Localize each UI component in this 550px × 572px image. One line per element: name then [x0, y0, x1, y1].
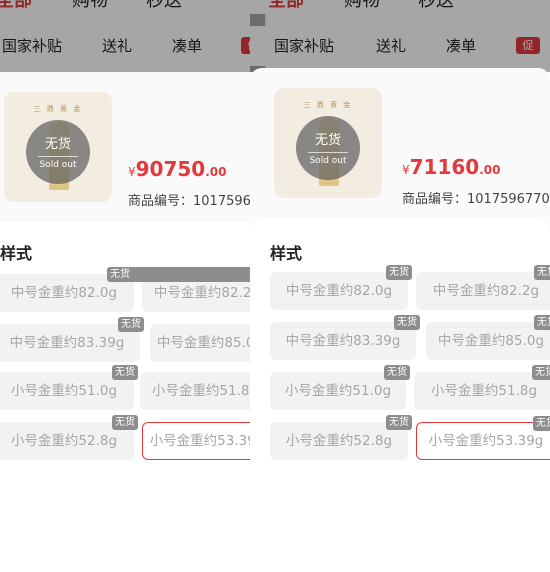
- out-of-stock-badge: 无货: [384, 365, 410, 380]
- option-label: 小号金重约52.8g: [285, 433, 393, 449]
- option-label: 小号金重约53.39g: [149, 433, 265, 449]
- option-small-52-8[interactable]: 小号金重约52.8g 无货: [270, 415, 412, 460]
- option-medium-82-2[interactable]: 中号金重约82.2g 无货: [416, 265, 550, 310]
- out-of-stock-badge: 无货: [534, 265, 550, 280]
- price-decimal: .00: [479, 163, 501, 177]
- out-of-stock-badge: 无货: [532, 365, 550, 380]
- dim-overlay: [0, 0, 265, 72]
- option-label: 中号金重约82.0g: [10, 285, 118, 301]
- option-medium-83-39[interactable]: 中号金重约83.39g 无货: [270, 315, 420, 360]
- option-small-51-0[interactable]: 小号金重约51.0g 无货: [270, 365, 410, 410]
- out-of-stock-badge: 无货: [112, 415, 138, 430]
- option-medium-85-0[interactable]: 中号金重约85.0g 无货: [426, 315, 550, 360]
- option-small-51-0[interactable]: 小号金重约51.0g 无货: [0, 365, 138, 410]
- section-title: 样式: [270, 244, 303, 263]
- option-label: 小号金重约51.0g: [10, 383, 118, 399]
- out-of-stock-badge: 无货: [534, 315, 550, 330]
- style-options: 样式 中号金重约82.0g 无货 中号金重约82.2g 无货 中号金重约83.3…: [250, 218, 550, 572]
- out-of-stock-badge: 无货: [386, 265, 412, 280]
- out-of-stock-badge: 无货: [386, 415, 412, 430]
- price: ¥71160.00: [402, 155, 501, 179]
- option-label: 小号金重约51.0g: [284, 383, 392, 399]
- out-of-stock-badge: 无货: [533, 416, 550, 431]
- sku-number: 商品编号：101759682: [128, 194, 265, 209]
- left-screenshot: 全部 购物 秒送 外卖 国家补贴 送礼 凑单 促 三 鼎 黄 金 无货 Sold…: [0, 0, 265, 572]
- option-label: 中号金重约82.0g: [285, 283, 393, 299]
- soldout-label: 无货: [44, 137, 71, 152]
- price-integer: 71160: [409, 155, 480, 179]
- soldout-overlay: 无货 Sold out: [26, 120, 90, 184]
- option-label: 中号金重约83.39g: [9, 335, 125, 351]
- option-label: 小号金重约51.8g: [151, 383, 259, 399]
- option-label: 中号金重约82.2g: [153, 285, 261, 301]
- option-small-51-8[interactable]: 小号金重约51.8g: [140, 372, 265, 410]
- soldout-divider: [308, 152, 348, 153]
- soldout-divider: [38, 156, 78, 157]
- price-currency: ¥: [128, 165, 136, 179]
- thumbnail-brand: 三 鼎 黄 金: [303, 101, 353, 109]
- product-thumbnail: 三 鼎 黄 金 无货 Sold out: [274, 88, 382, 198]
- option-medium-83-39[interactable]: 中号金重约83.39g 无货: [0, 317, 144, 362]
- price-integer: 90750: [135, 157, 206, 181]
- out-of-stock-badge: 无货: [394, 315, 420, 330]
- soldout-label-en: Sold out: [309, 156, 347, 166]
- product-summary: 三 鼎 黄 金 无货 Sold out ¥71160.00 商品编号：10175…: [250, 68, 550, 216]
- option-small-52-8[interactable]: 小号金重约52.8g 无货: [0, 415, 138, 460]
- option-label: 中号金重约85.0g: [156, 335, 264, 351]
- soldout-label: 无货: [314, 133, 341, 148]
- option-medium-85-0[interactable]: 中号金重约85.0g: [150, 324, 265, 362]
- right-screenshot: 全部 购物 秒送 外卖 国家补贴 送礼 凑单 促 三 鼎 黄 金 无货 Sold…: [250, 0, 550, 572]
- option-label: 中号金重约85.0g: [437, 333, 545, 349]
- option-small-53-39[interactable]: 小号金重约53.39g 无货: [416, 416, 550, 460]
- option-label: 小号金重约53.39g: [428, 433, 544, 449]
- out-of-stock-badge: 无货: [112, 365, 138, 380]
- product-sheet: 三 鼎 黄 金 无货 Sold out ¥71160.00 商品编号：10175…: [250, 68, 550, 572]
- section-title: 样式: [0, 244, 33, 263]
- sku-number: 商品编号：10175967706: [402, 192, 550, 207]
- option-label: 小号金重约52.8g: [10, 433, 118, 449]
- product-sheet: 三 鼎 黄 金 无货 Sold out ¥90750.00 商品编号：10175…: [0, 72, 265, 572]
- option-label: 中号金重约83.39g: [285, 333, 401, 349]
- option-medium-82-0[interactable]: 中号金重约82.0g 无货: [270, 265, 412, 310]
- option-label: 中号金重约82.2g: [432, 283, 540, 299]
- price-currency: ¥: [402, 163, 410, 177]
- price: ¥90750.00: [128, 157, 227, 181]
- out-of-stock-badge: 无货: [118, 317, 144, 332]
- style-options: 样式 中号金重约82.0g 中号金重约82.2g 中号金重约83.39g 无货 …: [0, 222, 265, 572]
- soldout-overlay: 无货 Sold out: [296, 116, 360, 180]
- out-of-stock-badge: 无货: [107, 267, 265, 282]
- product-thumbnail: 三 鼎 黄 金 无货 Sold out: [4, 92, 112, 202]
- thumbnail-brand: 三 鼎 黄 金: [33, 105, 83, 113]
- soldout-label-en: Sold out: [39, 160, 77, 170]
- option-label: 小号金重约51.8g: [430, 383, 538, 399]
- dim-overlay: [250, 0, 550, 72]
- price-decimal: .00: [205, 165, 227, 179]
- product-summary: 三 鼎 黄 金 无货 Sold out ¥90750.00 商品编号：10175…: [0, 72, 265, 220]
- option-small-53-39[interactable]: 小号金重约53.39g: [142, 422, 265, 460]
- option-small-51-8[interactable]: 小号金重约51.8g 无货: [414, 365, 550, 410]
